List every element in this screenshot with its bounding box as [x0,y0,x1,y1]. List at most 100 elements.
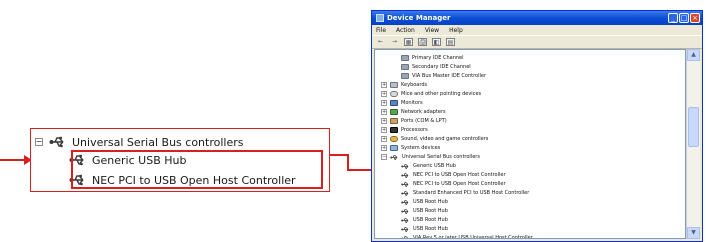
processor-icon [390,127,398,133]
window-title: Device Manager [387,14,451,22]
keyboard-icon [390,82,398,88]
expand-icon[interactable]: + [381,82,387,88]
tree-item-label: VIA Bus Master IDE Controller [412,73,487,79]
collapse-icon[interactable]: − [35,138,43,146]
tree-item[interactable]: Primary IDE Channel [401,54,464,62]
tree-item-label: Mice and other pointing devices [401,91,482,97]
tree-item[interactable]: + Processors [381,126,428,134]
tree-item[interactable]: VIA Bus Master IDE Controller [401,72,486,80]
tree-item-label: USB Root Hub [413,208,448,214]
collapse-icon[interactable]: − [381,154,387,160]
usb-zoom-callout: − Universal Serial Bus controllers Gener… [30,128,330,192]
device-manager-window: Device Manager _ □ × File Action View He… [371,10,703,242]
menu-view[interactable]: View [425,27,439,34]
tree-item-label: VIA Rev 5 or later USB Universal Host Co… [413,235,533,239]
window-controls: _ □ × [668,13,700,23]
scroll-down-button[interactable]: ▼ [687,227,700,239]
view-icon[interactable]: ▦ [404,38,413,46]
usb-icon [401,226,409,232]
tree-item[interactable]: + Keyboards [381,81,427,89]
toolbar: ← → ▦ 🖨 ◧ ▤ [372,35,702,49]
usb-icon [49,136,64,148]
minimize-button[interactable]: _ [668,13,678,23]
title-bar[interactable]: Device Manager _ □ × [372,11,702,25]
highlight-box [71,150,323,189]
tree-item-label: Sound, video and game controllers [401,136,489,142]
tree-item-label: Standard Enhanced PCI to USB Host Contro… [413,190,530,196]
monitor-icon [390,100,398,106]
tree-item[interactable]: + Network adapters [381,108,446,116]
vertical-scrollbar[interactable]: ▲ ▼ [686,49,700,239]
tree-item[interactable]: USB Root Hub [401,198,448,206]
tree-item[interactable]: USB Root Hub [401,216,448,224]
tree-item[interactable]: Standard Enhanced PCI to USB Host Contro… [401,189,529,197]
tree-item-label: Secondary IDE Channel [412,64,471,70]
usb-icon [401,199,409,205]
tree-item[interactable]: Secondary IDE Channel [401,63,471,71]
expand-icon[interactable]: + [381,109,387,115]
sound-icon [390,136,398,142]
usb-icon [390,154,398,160]
help-icon[interactable]: ▤ [446,38,455,46]
expand-icon[interactable]: + [381,91,387,97]
tree-item-label: System devices [401,145,441,151]
back-icon[interactable]: ← [376,38,385,46]
usb-icon [401,190,409,196]
scroll-up-button[interactable]: ▲ [687,49,700,61]
mouse-icon [390,91,398,97]
tree-item-label: USB Root Hub [413,217,448,223]
tree-item[interactable]: + Mice and other pointing devices [381,90,481,98]
forward-icon[interactable]: → [390,38,399,46]
tree-item[interactable]: NEC PCI to USB Open Host Controller [401,171,506,179]
tree-item[interactable]: + Sound, video and game controllers [381,135,488,143]
tree-item-label: USB Root Hub [413,226,448,232]
print-icon[interactable]: 🖨 [418,38,427,46]
usb-icon [401,163,409,169]
tree-item[interactable]: USB Root Hub [401,207,448,215]
expand-icon[interactable]: + [381,145,387,151]
port-icon [390,118,398,124]
tree-item-label: Keyboards [401,82,428,88]
tree-item-label: Processors [401,127,428,133]
close-button[interactable]: × [690,13,700,23]
tree-item[interactable]: + Ports (COM & LPT) [381,117,447,125]
maximize-button[interactable]: □ [679,13,689,23]
tree-item[interactable]: − Universal Serial Bus controllers [381,153,480,161]
ide-channel-icon [401,64,409,70]
tree-item-label: USB Root Hub [413,199,448,205]
tree-item[interactable]: + Monitors [381,99,423,107]
scroll-thumb[interactable] [688,107,699,147]
tree-item[interactable]: Generic USB Hub [401,162,456,170]
tree-item-label: Universal Serial Bus controllers [402,154,480,160]
tree-item-label: NEC PCI to USB Open Host Controller [413,181,506,187]
menu-file[interactable]: File [376,27,386,34]
properties-icon[interactable]: ◧ [432,38,441,46]
menu-bar: File Action View Help [372,25,702,35]
ide-channel-icon [401,55,409,61]
usb-icon [401,235,409,238]
expand-icon[interactable]: + [381,118,387,124]
expand-icon[interactable]: + [381,100,387,106]
expand-icon[interactable]: + [381,127,387,133]
tree-item-label: Primary IDE Channel [412,55,464,61]
usb-icon [401,181,409,187]
tree-item-label: NEC PCI to USB Open Host Controller [413,172,506,178]
device-manager-icon [376,14,384,22]
tree-item[interactable]: NEC PCI to USB Open Host Controller [401,180,506,188]
tree-item[interactable]: VIA Rev 5 or later USB Universal Host Co… [401,234,533,239]
menu-help[interactable]: Help [449,27,463,34]
tree-item[interactable]: USB Root Hub [401,225,448,233]
callout-parent-label: Universal Serial Bus controllers [72,135,244,149]
menu-action[interactable]: Action [396,27,415,34]
expand-icon[interactable]: + [381,136,387,142]
network-icon [390,109,398,115]
tree-item-label: Ports (COM & LPT) [401,118,447,124]
system-icon [390,145,398,151]
callout-usb-controllers-node[interactable]: − Universal Serial Bus controllers [35,135,243,149]
tree-item[interactable]: + System devices [381,144,440,152]
usb-icon [401,217,409,223]
usb-icon [401,208,409,214]
ide-channel-icon [401,73,409,79]
tree-item-label: Network adapters [401,109,446,115]
device-tree[interactable]: Primary IDE Channel Secondary IDE Channel… [374,49,686,239]
